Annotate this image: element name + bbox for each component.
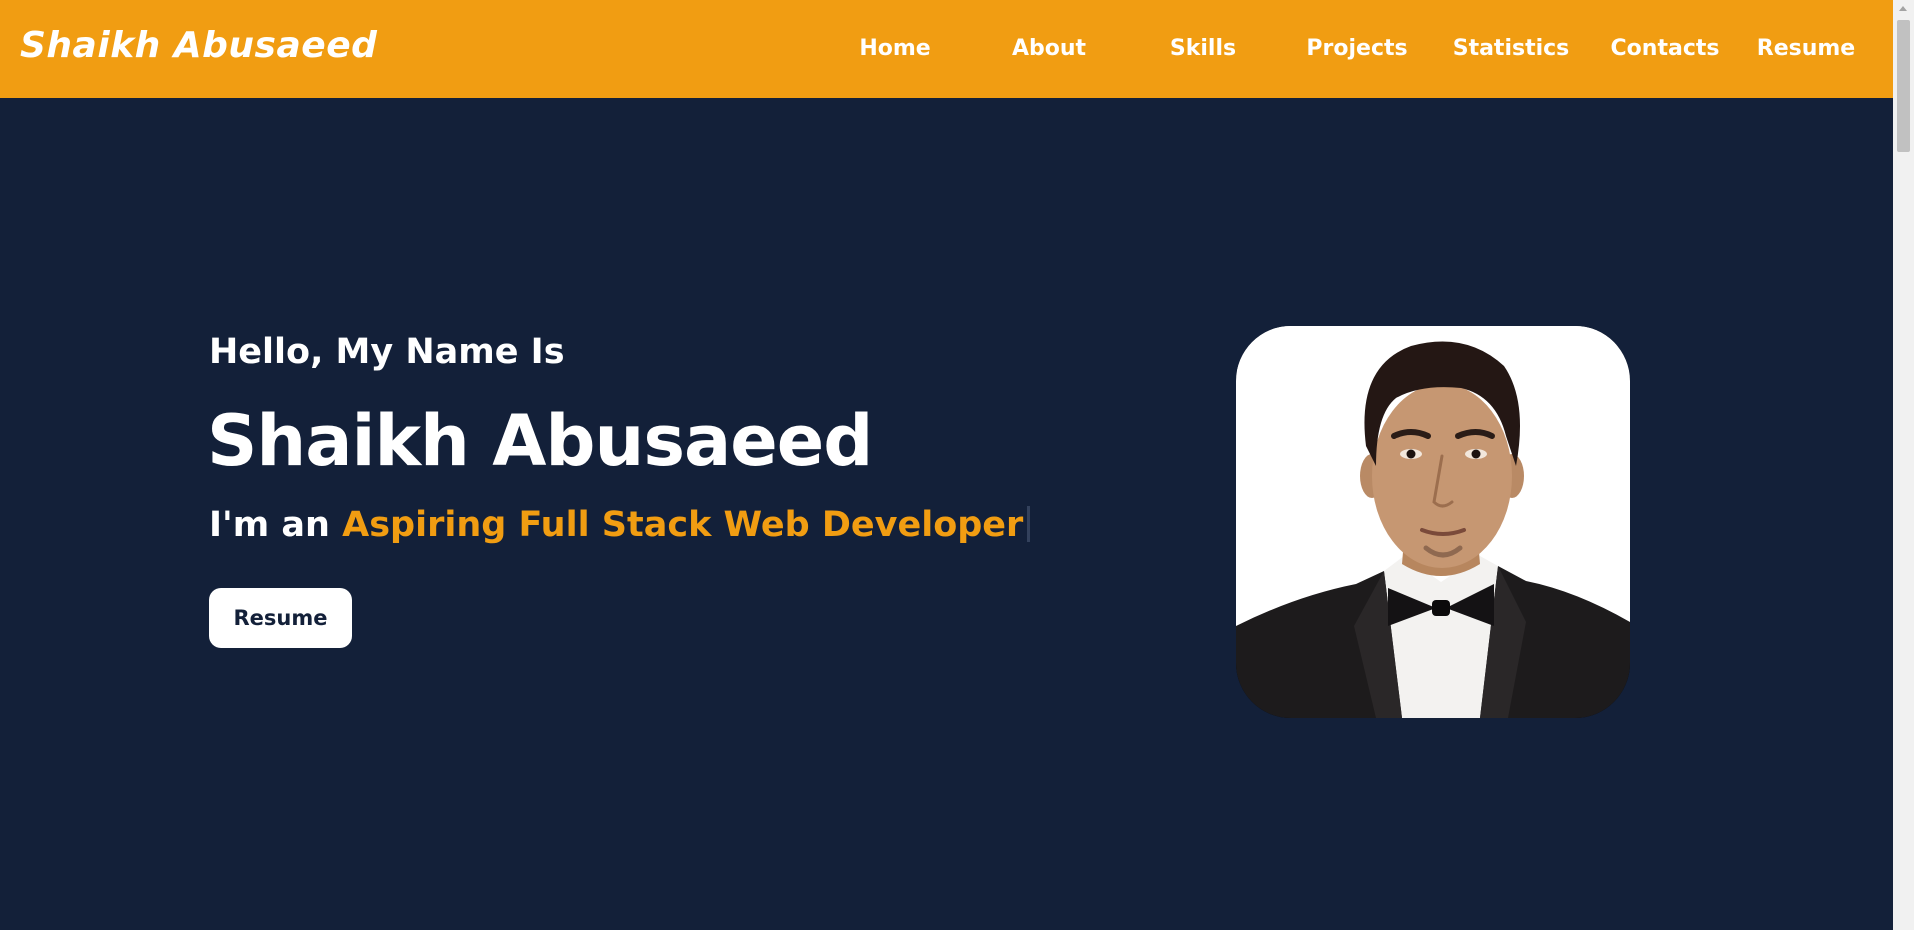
brand-logo-text[interactable]: Shaikh Abusaeed [20,22,377,70]
portfolio-page: Shaikh Abusaeed Home About Skills Projec… [0,0,1893,930]
scroll-up-arrow-icon[interactable] [1899,6,1907,11]
profile-photo-illustration [1236,326,1630,718]
nav-link-contacts[interactable]: Contacts [1611,34,1720,64]
nav-link-resume[interactable]: Resume [1757,34,1855,64]
nav-link-home[interactable]: Home [859,34,930,64]
hero-greeting: Hello, My Name Is [209,332,565,372]
scrollbar-thumb[interactable] [1897,20,1910,152]
hero-resume-button[interactable]: Resume [209,588,352,648]
nav-link-about[interactable]: About [1012,34,1086,64]
nav-link-projects[interactable]: Projects [1306,34,1407,64]
role-highlight: Aspiring Full Stack Web Developer [342,505,1024,545]
hero-role-line: I'm an Aspiring Full Stack Web Developer [209,502,1031,548]
nav-link-skills[interactable]: Skills [1170,34,1236,64]
hero-name: Shaikh Abusaeed [207,400,873,482]
typing-caret [1027,506,1031,542]
role-prefix: I'm an [209,505,343,545]
navbar: Shaikh Abusaeed Home About Skills Projec… [0,0,1893,98]
profile-photo [1236,326,1630,718]
vertical-scrollbar[interactable] [1893,0,1914,930]
nav-link-statistics[interactable]: Statistics [1453,34,1570,64]
